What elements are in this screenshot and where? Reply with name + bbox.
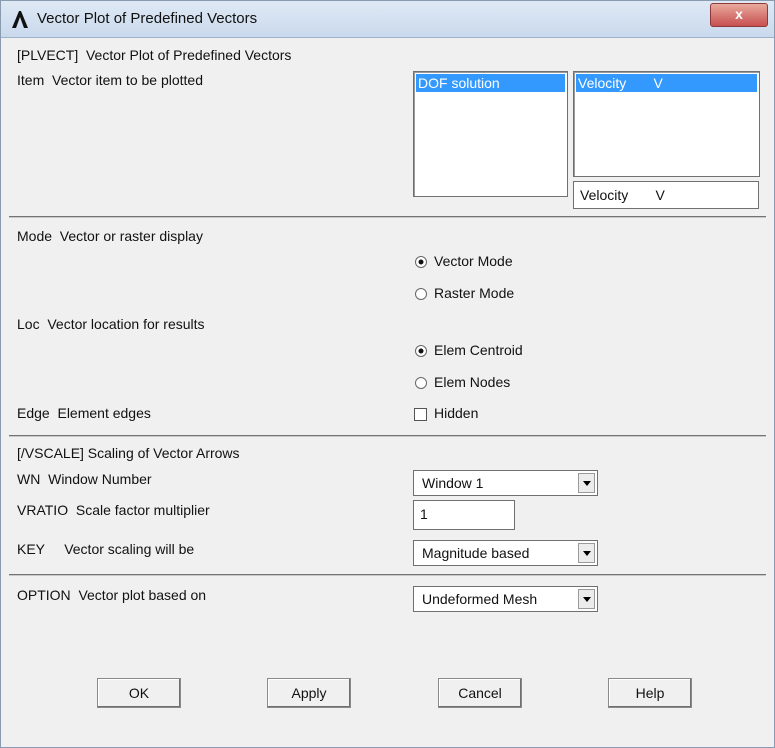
raster-mode-label[interactable]: Raster Mode <box>434 285 514 301</box>
plvect-header: [PLVECT] Vector Plot of Predefined Vecto… <box>17 47 292 63</box>
mode-label: Mode Vector or raster display <box>17 228 203 244</box>
item-component-list[interactable]: Velocity V <box>573 71 760 177</box>
option-value: Undeformed Mesh <box>422 591 538 607</box>
option-label: OPTION Vector plot based on <box>17 587 207 603</box>
key-value: Magnitude based <box>422 545 530 561</box>
radio-elem-centroid[interactable] <box>414 344 428 358</box>
divider <box>9 574 766 576</box>
key-select[interactable]: Magnitude based <box>413 540 598 566</box>
apply-button[interactable]: Apply <box>267 678 351 708</box>
selection-field[interactable]: Velocity V <box>573 181 759 209</box>
hidden-checkbox[interactable] <box>414 408 427 421</box>
key-label: KEY Vector scaling will be <box>17 541 195 557</box>
elem-centroid-label[interactable]: Elem Centroid <box>434 342 523 358</box>
title-bar[interactable]: Vector Plot of Predefined Vectors x <box>1 1 774 38</box>
radio-elem-nodes[interactable] <box>414 376 428 390</box>
vratio-input[interactable]: 1 <box>413 500 515 530</box>
list-item-velocity[interactable]: Velocity V <box>576 74 757 92</box>
dialog-window: Vector Plot of Predefined Vectors x [PLV… <box>0 0 775 748</box>
vscale-header: [/VSCALE] Scaling of Vector Arrows <box>17 445 240 461</box>
hidden-checkbox-label[interactable]: Hidden <box>434 405 478 421</box>
chevron-down-icon[interactable] <box>578 543 595 563</box>
chevron-down-icon[interactable] <box>578 589 595 609</box>
item-category-list[interactable]: DOF solution <box>413 71 568 197</box>
radio-vector-mode[interactable] <box>414 255 428 269</box>
window-number-value: Window 1 <box>422 475 484 491</box>
window-title: Vector Plot of Predefined Vectors <box>37 10 258 27</box>
loc-label: Loc Vector location for results <box>17 316 205 332</box>
edge-label: Edge Element edges <box>17 405 151 421</box>
window-number-select[interactable]: Window 1 <box>413 470 598 496</box>
option-select[interactable]: Undeformed Mesh <box>413 586 598 612</box>
ok-button[interactable]: OK <box>97 678 181 708</box>
close-icon: x <box>735 6 743 22</box>
item-label: Item Vector item to be plotted <box>17 72 203 88</box>
chevron-down-icon[interactable] <box>578 473 595 493</box>
list-item-dof-solution[interactable]: DOF solution <box>416 74 565 92</box>
elem-nodes-label[interactable]: Elem Nodes <box>434 374 510 390</box>
divider <box>9 435 766 437</box>
divider <box>9 216 766 218</box>
radio-raster-mode[interactable] <box>414 287 428 301</box>
ansys-logo-icon <box>12 11 28 28</box>
vector-mode-label[interactable]: Vector Mode <box>434 253 513 269</box>
cancel-button[interactable]: Cancel <box>438 678 522 708</box>
wn-label: WN Window Number <box>17 471 152 487</box>
vratio-label: VRATIO Scale factor multiplier <box>17 502 210 518</box>
help-button[interactable]: Help <box>608 678 692 708</box>
close-button[interactable]: x <box>710 3 768 27</box>
